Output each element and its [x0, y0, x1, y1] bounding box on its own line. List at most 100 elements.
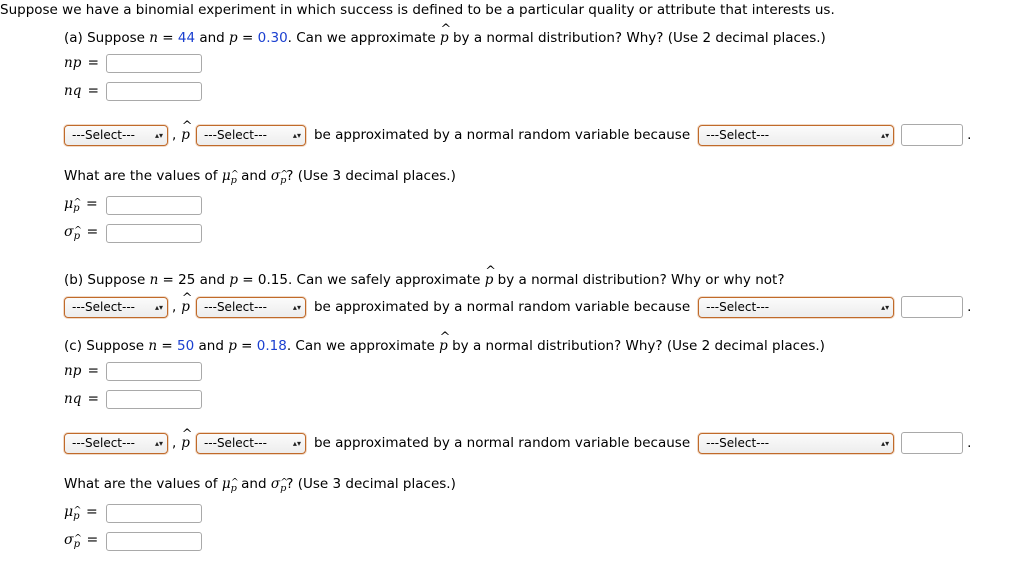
mu-eq-c: =	[81, 504, 98, 520]
part-a-tail2: by a normal distribution? Why? (Use 2 de…	[448, 30, 826, 46]
mu-eq-a: =	[81, 196, 98, 212]
np-eq: =	[83, 55, 99, 71]
part-a-question: (a) Suppose n = 44 and p = 0.30. Can we …	[64, 22, 971, 46]
part-b-n-eq: =	[158, 272, 179, 288]
select-can-c[interactable]: ---Select--- ▴▾	[64, 432, 168, 454]
sigma-phat-input-c[interactable]	[106, 531, 202, 551]
select-modal-a[interactable]: ---Select--- ▴▾	[195, 124, 306, 146]
part-c-p-value: 0.18	[256, 338, 287, 354]
part-b-n-value: 25	[178, 272, 196, 288]
chevron-updown-icon: ▴▾	[292, 302, 301, 312]
select-modal-c[interactable]: ---Select--- ▴▾	[195, 432, 306, 454]
part-a-nq-row: nq =	[64, 80, 971, 102]
part-a-p-label: p	[229, 30, 238, 46]
select-reason-c-value: ---Select---	[706, 436, 770, 450]
select-reason-a[interactable]: ---Select--- ▴▾	[698, 124, 895, 146]
sigma-phat-input-a[interactable]	[106, 223, 202, 243]
phat-symbol-c: p	[181, 427, 192, 451]
nq-input-c[interactable]	[106, 389, 202, 409]
chevron-updown-icon: ▴▾	[154, 302, 163, 312]
np-eq-c: =	[83, 363, 99, 379]
part-a-prefix: (a) Suppose	[64, 30, 150, 46]
part-c-n-value: 50	[177, 338, 195, 354]
because-text-a: be approximated by a normal random varia…	[313, 127, 691, 143]
mu-glyph-a: μ	[64, 196, 74, 212]
np-label-text-c: np	[64, 363, 82, 379]
mu-phat-input-c[interactable]	[106, 503, 202, 523]
sigma-glyph-a: σ	[64, 224, 74, 240]
sigma-eq-a: =	[82, 224, 99, 240]
what-are-values-c-1: What are the values of	[64, 476, 222, 492]
sigma-phat-label-c: σp =	[64, 532, 106, 550]
reason-answer-input-b[interactable]	[901, 296, 964, 318]
phat-sub-a-2: p	[280, 169, 288, 186]
part-a-n-value: 44	[177, 30, 196, 46]
sigma-eq-c: =	[82, 532, 99, 548]
select-can-b[interactable]: ---Select--- ▴▾	[64, 296, 168, 318]
sigma-phat-label-a: σp =	[64, 224, 106, 242]
part-b-p-label: p	[229, 272, 238, 288]
part-c-mid: and	[194, 338, 229, 354]
select-can-a-value: ---Select---	[72, 128, 135, 142]
phat-symbol-b: p	[181, 291, 192, 315]
select-modal-b[interactable]: ---Select--- ▴▾	[195, 296, 306, 318]
part-a-sigma-row: σp =	[64, 222, 971, 244]
worksheet-page: Suppose we have a binomial experiment in…	[0, 0, 1024, 583]
part-c: (c) Suppose n = 50 and p = 0.18. Can we …	[64, 330, 972, 552]
phat-symbol: p	[440, 22, 451, 46]
part-a-n-eq: =	[157, 30, 178, 46]
nq-label: nq =	[64, 83, 106, 99]
sigma-symbol-c: σ	[270, 476, 281, 492]
select-modal-a-value: ---Select---	[203, 128, 267, 142]
sigma-symbol-a: σ	[270, 168, 281, 184]
chevron-updown-icon: ▴▾	[292, 130, 301, 140]
part-c-mu-row: μp =	[64, 502, 971, 524]
comma-a: ,	[172, 127, 177, 143]
mu-phat-input-a[interactable]	[106, 195, 202, 215]
part-b-conclusion-row: ---Select--- ▴▾ , p ---Select--- ▴▾ be a…	[64, 291, 971, 318]
part-c-tail: . Can we approximate	[286, 338, 440, 354]
what-are-values-c-3: ? (Use 3 decimal places.)	[286, 476, 456, 492]
part-b-tail2: by a normal distribution? Why or why not…	[493, 272, 785, 288]
select-modal-c-value: ---Select---	[203, 436, 267, 450]
phat-symbol-c-q: p	[439, 330, 450, 354]
mu-symbol-a: μ	[221, 168, 231, 184]
np-input-a[interactable]	[106, 53, 202, 73]
nq-label-c: nq =	[64, 391, 106, 407]
part-c-p-label: p	[228, 338, 237, 354]
nq-eq-c: =	[83, 391, 99, 407]
period-c: .	[967, 435, 972, 451]
part-a-tail: . Can we approximate	[287, 30, 441, 46]
part-b-n-label: n	[149, 272, 159, 288]
part-c-nq-row: nq =	[64, 388, 971, 410]
select-reason-c[interactable]: ---Select--- ▴▾	[698, 432, 895, 454]
nq-input-a[interactable]	[106, 81, 202, 101]
phat-sub-a-1: p	[231, 169, 239, 186]
np-input-c[interactable]	[106, 361, 202, 381]
part-a-mid: and	[195, 30, 230, 46]
phat-symbol-a: p	[181, 119, 192, 143]
what-are-values-a-2: and	[236, 168, 271, 184]
select-reason-b-value: ---Select---	[706, 300, 770, 314]
part-c-tail2: by a normal distribution? Why? (Use 2 de…	[447, 338, 825, 354]
part-c-sigma-row: σp =	[64, 530, 971, 552]
select-can-a[interactable]: ---Select--- ▴▾	[64, 124, 168, 146]
np-label-c: np =	[64, 363, 106, 379]
chevron-updown-icon: ▴▾	[292, 438, 301, 448]
part-c-n-eq: =	[157, 338, 178, 354]
nq-label-text: nq	[64, 83, 82, 99]
reason-answer-input-a[interactable]	[901, 124, 964, 146]
phat-sub-sigma-a: p	[74, 225, 83, 242]
comma-b: ,	[172, 299, 177, 315]
part-c-n-label: n	[148, 338, 158, 354]
part-a-mu-row: μp =	[64, 194, 971, 216]
nq-label-text-c: nq	[64, 391, 82, 407]
phat-sub-sigma-c: p	[74, 533, 83, 550]
reason-answer-input-c[interactable]	[901, 432, 964, 454]
select-modal-b-value: ---Select---	[203, 300, 267, 314]
part-b-p-eq: =	[238, 272, 258, 288]
np-label-text: np	[64, 55, 82, 71]
phat-sub-c-2: p	[280, 477, 288, 494]
mu-symbol-c: μ	[221, 476, 231, 492]
select-reason-b[interactable]: ---Select--- ▴▾	[698, 296, 895, 318]
